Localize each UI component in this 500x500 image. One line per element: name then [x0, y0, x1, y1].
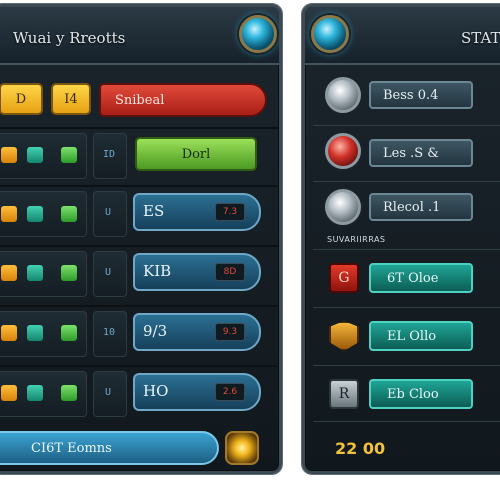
stat-bar-3[interactable]: Rlecol .1 — [369, 193, 473, 221]
teal-gem-icon[interactable] — [27, 385, 43, 401]
gem-icon[interactable] — [239, 15, 277, 53]
silver-shield-icon — [325, 77, 361, 113]
gem-icon[interactable] — [311, 15, 349, 53]
orange-gem-icon[interactable] — [1, 265, 17, 281]
divider — [313, 421, 500, 422]
gold-shield-icon[interactable] — [329, 321, 359, 351]
red-title-button[interactable]: Snibeal — [99, 83, 267, 117]
yellow-button-b[interactable]: I4 — [51, 83, 91, 115]
orange-gem-icon[interactable] — [1, 325, 17, 341]
bar-value: 9.3 — [215, 323, 245, 341]
section-label: SUVARIIRRAS — [327, 235, 386, 244]
divider — [313, 249, 500, 250]
green-gem-icon[interactable] — [61, 265, 77, 281]
silver-shield-icon — [325, 189, 361, 225]
stat-bar-1[interactable]: Bess 0.4 — [369, 81, 473, 109]
green-gem-icon[interactable] — [61, 325, 77, 341]
divider — [313, 181, 500, 182]
left-header: Wuai y Rreotts — [0, 7, 279, 65]
teal-gem-icon[interactable] — [27, 206, 43, 222]
stat-bar-row-2[interactable]: ES 7.3 — [133, 193, 261, 231]
red-box-icon[interactable]: G — [329, 263, 359, 293]
item-bar-2[interactable]: EL Ollo — [369, 321, 473, 351]
stat-bar-2[interactable]: Les .S & — [369, 139, 473, 167]
left-panel: Wuai y Rreotts D I4 Snibeal ID Dorl U ES… — [0, 4, 282, 474]
right-title: STAT — [461, 29, 500, 47]
bar-label: KIB — [143, 262, 172, 280]
divider — [0, 245, 279, 247]
teal-gem-icon[interactable] — [27, 147, 43, 163]
divider — [313, 307, 500, 308]
row-code: U — [105, 387, 112, 398]
stat-bar-row-4[interactable]: 9/3 9.3 — [133, 313, 261, 351]
gold-counter: 22 00 — [335, 439, 386, 458]
orange-gem-icon[interactable] — [1, 206, 17, 222]
bar-value: 7.3 — [215, 203, 245, 221]
bottom-action-button[interactable]: CI6T Eomns — [0, 431, 219, 465]
row-code: ID — [103, 149, 116, 160]
yellow-button-a[interactable]: D — [0, 83, 43, 115]
stat-bar-row-3[interactable]: KIB 8D — [133, 253, 261, 291]
item-bar-3[interactable]: Eb Cloo — [369, 379, 473, 409]
row-code: 10 — [103, 327, 116, 338]
bar-value: 2.6 — [215, 383, 245, 401]
gold-orb-icon[interactable] — [225, 431, 259, 465]
bar-label: ES — [143, 202, 165, 220]
bar-value: 8D — [215, 263, 245, 281]
stat-bar-row-5[interactable]: HO 2.6 — [133, 373, 261, 411]
bar-label: 9/3 — [143, 322, 168, 340]
right-panel: STAT Bess 0.4 Les .S & Rlecol .1 SUVARII… — [302, 4, 500, 474]
divider — [313, 365, 500, 366]
divider — [0, 305, 279, 307]
divider — [0, 127, 279, 129]
red-shield-icon — [325, 133, 361, 169]
grey-box-icon[interactable]: R — [329, 379, 359, 409]
row-code: U — [105, 267, 112, 278]
orange-gem-icon[interactable] — [1, 147, 17, 163]
orange-gem-icon[interactable] — [1, 385, 17, 401]
green-gem-icon[interactable] — [61, 385, 77, 401]
divider — [0, 365, 279, 367]
green-gem-icon[interactable] — [61, 147, 77, 163]
teal-gem-icon[interactable] — [27, 325, 43, 341]
divider — [313, 125, 500, 126]
bar-label: HO — [143, 382, 169, 400]
green-gem-icon[interactable] — [61, 206, 77, 222]
green-action-button[interactable]: Dorl — [135, 137, 257, 171]
row-code: U — [105, 207, 112, 218]
right-header: STAT — [305, 7, 500, 65]
item-bar-1[interactable]: 6T Oloe — [369, 263, 473, 293]
left-title: Wuai y Rreotts — [13, 29, 126, 47]
teal-gem-icon[interactable] — [27, 265, 43, 281]
divider — [0, 185, 279, 187]
